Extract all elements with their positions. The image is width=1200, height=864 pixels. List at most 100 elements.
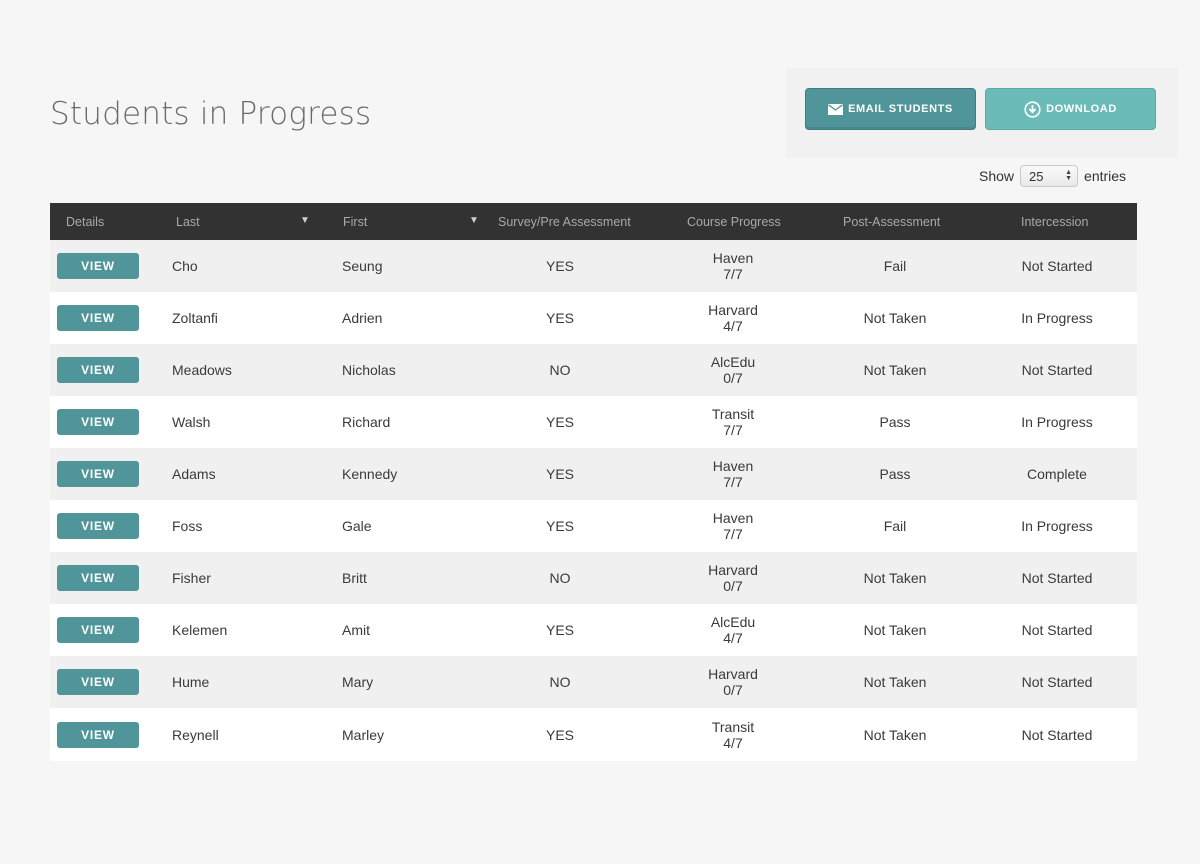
table-row: VIEW Cho Seung YES Fail Not Started Haven 7/7 (50, 240, 1137, 292)
view-button[interactable]: VIEW (57, 409, 139, 435)
email-students-button[interactable]: EMAIL STUDENTS (805, 88, 976, 130)
cell-course-progress: Harvard 0/7 (673, 656, 793, 708)
cell-last: Hume (172, 674, 210, 690)
cell-last: Meadows (172, 362, 232, 378)
cell-last: Reynell (172, 726, 219, 743)
entries-select[interactable]: 25 ▲ ▼ (1020, 165, 1079, 187)
view-button[interactable]: VIEW (57, 305, 139, 331)
table-row: VIEW Kelemen Amit YES Not Taken Not Started Al… (50, 604, 1137, 656)
cell-post: Not Taken (863, 310, 927, 326)
table-row: VIEW Adams Kennedy YES Pass Complete Haven 7/7 (50, 448, 1137, 500)
table-header: Details Last ▼ First ▼ Survey/Pre Assess… (50, 203, 1137, 240)
cell-first: Richard (342, 414, 391, 430)
cell-first: Nicholas (342, 362, 396, 378)
download-circle-icon (1024, 100, 1041, 118)
course-name: Haven (712, 250, 754, 266)
cell-first: Kennedy (342, 466, 398, 482)
view-button[interactable]: VIEW (57, 357, 139, 383)
cell-survey: YES (545, 414, 574, 430)
column-header-survey[interactable]: Survey/Pre Assessment (498, 203, 631, 240)
view-button[interactable]: VIEW (57, 565, 139, 591)
cell-intercession: Not Started (1021, 570, 1093, 586)
view-button[interactable]: VIEW (57, 253, 139, 279)
table-body: VIEW Cho Seung YES Fail Not Started Haven 7/7 VI… (50, 240, 1137, 761)
course-name: AlcEdu (710, 354, 756, 370)
cell-course-progress: AlcEdu 4/7 (673, 604, 793, 656)
cell-course-progress: Harvard 0/7 (673, 552, 793, 604)
view-button[interactable]: VIEW (57, 722, 139, 748)
column-header-post-assessment[interactable]: Post-Assessment (843, 203, 940, 240)
course-name: Haven (712, 510, 754, 526)
cell-last: Walsh (172, 414, 211, 430)
course-progress-fraction: 0/7 (723, 578, 743, 594)
cell-last: Kelemen (172, 622, 228, 638)
column-header-details[interactable]: Details (66, 203, 104, 240)
actions-panel: EMAIL STUDENTS DOWNLOAD (786, 68, 1178, 158)
cell-last: Adams (172, 466, 216, 482)
cell-course-progress: Haven 7/7 (673, 448, 793, 500)
cell-post: Not Taken (863, 726, 927, 743)
cell-post: Fail (883, 258, 907, 274)
table-row: VIEW Reynell Marley YES Not Taken Not Started… (50, 708, 1137, 761)
course-progress-fraction: 4/7 (723, 630, 743, 646)
stepper-arrows-icon: ▲ ▼ (1065, 169, 1073, 182)
course-progress-fraction: 0/7 (723, 682, 743, 698)
page-title: Students in Progress (50, 96, 372, 132)
cell-survey: YES (545, 466, 574, 482)
cell-first: Amit (342, 622, 370, 638)
view-button[interactable]: VIEW (57, 669, 139, 695)
envelope-icon (828, 103, 844, 115)
cell-post: Not Taken (863, 674, 927, 690)
show-label: Show (979, 168, 1015, 184)
cell-post: Pass (879, 466, 911, 482)
view-button[interactable]: VIEW (57, 617, 139, 643)
cell-first: Marley (342, 726, 385, 743)
download-button[interactable]: DOWNLOAD (985, 88, 1156, 130)
sort-down-icon[interactable]: ▼ (300, 215, 310, 226)
cell-post: Not Taken (863, 570, 927, 586)
column-header-first[interactable]: First (343, 203, 367, 240)
cell-course-progress: Transit 7/7 (673, 396, 793, 448)
cell-post: Not Taken (863, 622, 927, 638)
course-name: Harvard (708, 666, 758, 682)
sort-down-icon[interactable]: ▼ (469, 215, 479, 226)
entries-label: entries (1084, 168, 1127, 184)
course-name: AlcEdu (710, 614, 756, 630)
column-header-course-progress[interactable]: Course Progress (687, 203, 781, 240)
cell-survey: YES (545, 726, 574, 743)
cell-survey: NO (549, 674, 571, 690)
cell-intercession: Not Started (1021, 674, 1093, 690)
cell-first: Gale (342, 518, 372, 534)
view-button[interactable]: VIEW (57, 513, 139, 539)
cell-intercession: Not Started (1021, 622, 1093, 638)
table-row: VIEW Hume Mary NO Not Taken Not Started Harvar… (50, 656, 1137, 708)
view-button[interactable]: VIEW (57, 461, 139, 487)
cell-intercession: Not Started (1021, 258, 1093, 274)
course-progress-fraction: 7/7 (723, 422, 743, 438)
cell-post: Not Taken (863, 362, 927, 378)
cell-course-progress: Haven 7/7 (673, 240, 793, 292)
entries-value: 25 (1029, 168, 1044, 184)
cell-first: Britt (342, 570, 367, 586)
cell-post: Pass (879, 414, 911, 430)
cell-first: Adrien (342, 310, 383, 326)
course-progress-fraction: 7/7 (723, 526, 743, 542)
column-header-intercession[interactable]: Intercession (1021, 203, 1088, 240)
page: Students in Progress EMAIL STUDENTS DOWN… (0, 0, 1200, 864)
cell-course-progress: Haven 7/7 (673, 500, 793, 552)
course-name: Transit (711, 406, 755, 422)
cell-course-progress: Transit 4/7 (673, 708, 793, 761)
cell-survey: YES (545, 622, 574, 638)
course-progress-fraction: 7/7 (723, 266, 743, 282)
cell-first: Mary (342, 674, 374, 690)
cell-intercession: Not Started (1021, 726, 1093, 743)
table-row: VIEW Meadows Nicholas NO Not Taken Not Starte… (50, 344, 1137, 396)
students-table: Details Last ▼ First ▼ Survey/Pre Assess… (50, 203, 1137, 761)
cell-intercession: Complete (1027, 466, 1087, 482)
course-progress-fraction: 0/7 (723, 370, 743, 386)
course-progress-fraction: 4/7 (723, 318, 743, 334)
cell-last: Fisher (172, 570, 211, 586)
course-name: Haven (712, 458, 754, 474)
table-row: VIEW Walsh Richard YES Pass In Progress Transi… (50, 396, 1137, 448)
column-header-last[interactable]: Last (176, 203, 200, 240)
